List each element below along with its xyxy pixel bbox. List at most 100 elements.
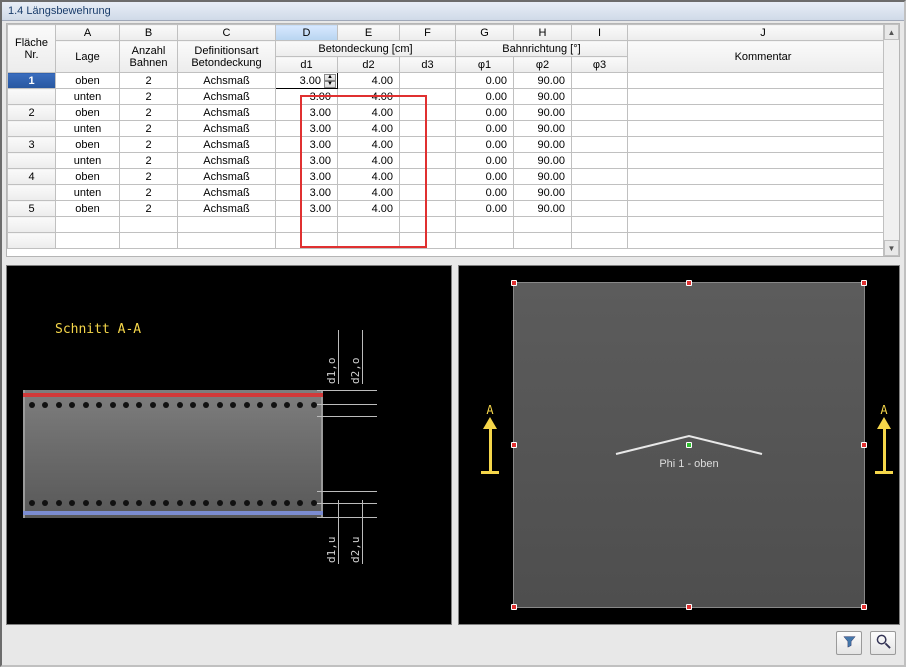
header-flaeche-nr[interactable]: Fläche Nr.: [8, 25, 56, 73]
header-d2[interactable]: d2: [338, 57, 400, 73]
cell[interactable]: 2: [120, 105, 178, 121]
cell[interactable]: 2: [120, 185, 178, 201]
cell[interactable]: [8, 233, 56, 249]
cell[interactable]: [572, 73, 628, 89]
cell[interactable]: [178, 217, 276, 233]
col-C[interactable]: C: [178, 25, 276, 41]
cell[interactable]: 4.00: [338, 89, 400, 105]
cell[interactable]: [628, 217, 899, 233]
cell[interactable]: [628, 233, 899, 249]
viewport-section[interactable]: Schnitt A-A d1,o d2,o d1,u d2,u: [6, 265, 452, 625]
header-phi2[interactable]: φ2: [514, 57, 572, 73]
cell[interactable]: [628, 89, 899, 105]
cell[interactable]: 4.00: [338, 137, 400, 153]
cell[interactable]: 0.00: [456, 169, 514, 185]
viewport-plan[interactable]: Phi 1 - oben A A: [458, 265, 900, 625]
col-F[interactable]: F: [400, 25, 456, 41]
cell[interactable]: oben: [56, 73, 120, 89]
cell[interactable]: [572, 137, 628, 153]
cell[interactable]: [456, 217, 514, 233]
cell[interactable]: [400, 233, 456, 249]
cell[interactable]: 90.00: [514, 73, 572, 89]
cell[interactable]: [514, 233, 572, 249]
cell[interactable]: [628, 121, 899, 137]
cell[interactable]: [338, 233, 400, 249]
cell[interactable]: 5: [8, 201, 56, 217]
col-I[interactable]: I: [572, 25, 628, 41]
table-row[interactable]: unten2Achsmaß3.004.000.0090.00: [8, 89, 899, 105]
cell[interactable]: 90.00: [514, 121, 572, 137]
cell[interactable]: 3.00: [276, 105, 338, 121]
cell[interactable]: 0.00: [456, 137, 514, 153]
cell[interactable]: [8, 121, 56, 137]
spin-buttons[interactable]: ▲▼: [324, 74, 336, 87]
cell[interactable]: Achsmaß: [178, 137, 276, 153]
cell[interactable]: unten: [56, 153, 120, 169]
cell[interactable]: oben: [56, 169, 120, 185]
cell[interactable]: [628, 201, 899, 217]
col-H[interactable]: H: [514, 25, 572, 41]
cell[interactable]: oben: [56, 137, 120, 153]
cell[interactable]: 4: [8, 169, 56, 185]
header-kommentar[interactable]: Kommentar: [628, 41, 899, 73]
cell[interactable]: Achsmaß: [178, 73, 276, 89]
cell[interactable]: [400, 185, 456, 201]
cell[interactable]: 2: [120, 73, 178, 89]
cell[interactable]: unten: [56, 121, 120, 137]
cell[interactable]: 3.00: [276, 121, 338, 137]
cell[interactable]: 2: [120, 137, 178, 153]
cell[interactable]: Achsmaß: [178, 89, 276, 105]
cell[interactable]: 90.00: [514, 137, 572, 153]
header-phi3[interactable]: φ3: [572, 57, 628, 73]
cell[interactable]: [56, 217, 120, 233]
cell[interactable]: [8, 153, 56, 169]
cell[interactable]: 3: [8, 137, 56, 153]
cell[interactable]: [400, 137, 456, 153]
cell[interactable]: 2: [8, 105, 56, 121]
cell[interactable]: 0.00: [456, 105, 514, 121]
cell[interactable]: [400, 201, 456, 217]
cell[interactable]: 90.00: [514, 153, 572, 169]
cell[interactable]: 2: [120, 153, 178, 169]
filter-button[interactable]: [836, 631, 862, 655]
cell[interactable]: [572, 233, 628, 249]
table-row[interactable]: 5oben2Achsmaß3.004.000.0090.00: [8, 201, 899, 217]
cell[interactable]: 0.00: [456, 185, 514, 201]
table-row[interactable]: unten2Achsmaß3.004.00 0.0090.00: [8, 121, 899, 137]
scroll-up-icon[interactable]: ▲: [884, 24, 899, 40]
cell[interactable]: [628, 153, 899, 169]
cell[interactable]: [628, 73, 899, 89]
cell[interactable]: 90.00: [514, 201, 572, 217]
cell[interactable]: 0.00: [456, 89, 514, 105]
table-row-empty[interactable]: [8, 233, 899, 249]
cell[interactable]: 2: [120, 121, 178, 137]
table-row[interactable]: 2oben2Achsmaß3.004.000.0090.00: [8, 105, 899, 121]
header-bahnrichtung-group[interactable]: Bahnrichtung [°]: [456, 41, 628, 57]
cell[interactable]: Achsmaß: [178, 105, 276, 121]
cell[interactable]: [178, 233, 276, 249]
cell[interactable]: 0.00: [456, 73, 514, 89]
cell[interactable]: 90.00: [514, 105, 572, 121]
cell[interactable]: 90.00: [514, 169, 572, 185]
cell[interactable]: 3.00▲▼: [276, 73, 338, 89]
table-row[interactable]: 4oben2Achsmaß3.004.000.0090.00: [8, 169, 899, 185]
cell[interactable]: 4.00: [338, 121, 400, 137]
cell[interactable]: [628, 105, 899, 121]
table-row-empty[interactable]: [8, 217, 899, 233]
table-row[interactable]: unten2Achsmaß3.004.000.0090.00: [8, 185, 899, 201]
cell[interactable]: [572, 217, 628, 233]
cell[interactable]: [400, 73, 456, 89]
header-phi1[interactable]: φ1: [456, 57, 514, 73]
cell[interactable]: 3.00: [276, 169, 338, 185]
table-row[interactable]: 3oben2Achsmaß3.004.000.0090.00: [8, 137, 899, 153]
cell[interactable]: 0.00: [456, 121, 514, 137]
cell[interactable]: Achsmaß: [178, 121, 276, 137]
col-A[interactable]: A: [56, 25, 120, 41]
cell[interactable]: 3.00: [276, 89, 338, 105]
cell[interactable]: [514, 217, 572, 233]
cell[interactable]: [8, 89, 56, 105]
cell[interactable]: Achsmaß: [178, 169, 276, 185]
table-row[interactable]: unten2Achsmaß3.004.000.0090.00: [8, 153, 899, 169]
table-row[interactable]: 1oben2Achsmaß3.00▲▼4.000.0090.00: [8, 73, 899, 89]
cell[interactable]: [572, 89, 628, 105]
